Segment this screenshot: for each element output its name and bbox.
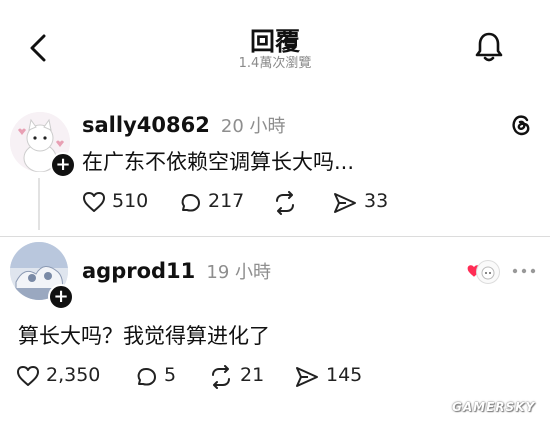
like-count: 510 [112,190,149,212]
thread-connector-line [38,178,40,230]
repost-icon[interactable] [272,191,298,215]
heart-icon[interactable] [16,365,40,387]
comment-icon[interactable] [134,365,158,389]
post-time: 20 小時 [220,116,286,137]
watermark: GAMERSKY [452,400,536,414]
username[interactable]: agprod11 [82,259,195,283]
username[interactable]: sally40862 [82,113,210,137]
post-2: + agprod11 19 小時 算长大吗？我觉得算进化了 2,350 5 21… [0,240,550,410]
follow-plus-button[interactable]: + [48,284,74,310]
follow-plus-button[interactable]: + [50,152,76,178]
bell-icon[interactable] [474,31,504,63]
comment-count: 217 [208,190,245,212]
action-bar: 2,350 5 21 145 [14,362,394,392]
post-text: 算长大吗？我觉得算进化了 [18,324,270,348]
threads-logo-icon[interactable] [508,112,534,138]
mini-avatar [476,260,500,284]
heart-icon[interactable] [82,191,106,213]
send-icon[interactable] [332,191,358,215]
post-divider [0,236,550,237]
comment-count: 5 [164,364,177,386]
repost-icon[interactable] [208,365,234,389]
share-count: 145 [326,364,363,386]
like-count: 2,350 [46,364,101,386]
comment-icon[interactable] [178,191,202,215]
share-count: 33 [364,190,389,212]
action-bar: 510 217 33 [80,188,400,218]
more-icon[interactable] [512,268,536,274]
post-text: 在广东不依赖空调算长大吗... [82,150,355,174]
repost-count: 21 [240,364,265,386]
post-time: 19 小時 [206,262,272,283]
view-count: 1.4萬次瀏覽 [238,56,312,71]
post-1: + sally40862 20 小時 在广东不依赖空调算长大吗... 510 2… [0,100,550,230]
send-icon[interactable] [294,365,320,389]
